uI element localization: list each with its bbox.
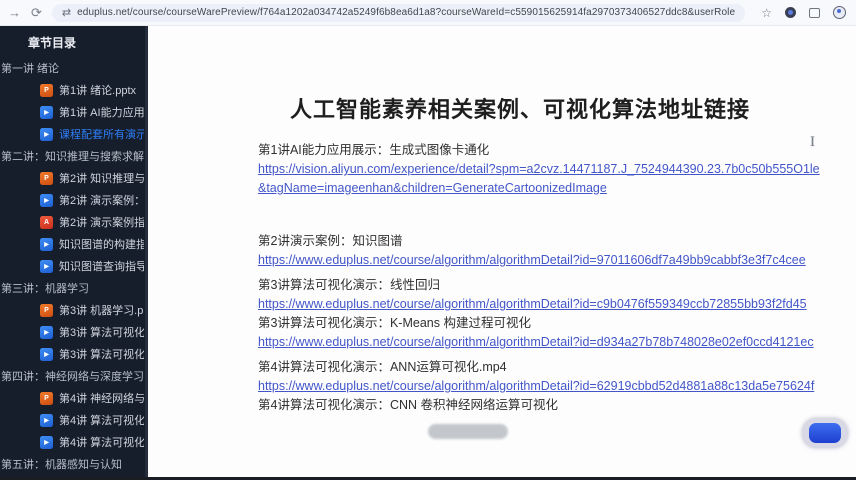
sidebar-item-label: 第4讲 算法可视化演示：CNN [59, 437, 144, 449]
video-file-icon: ▶ [40, 413, 53, 427]
sidebar-item-label: 第1讲 AI能力应用展示：生成 [59, 107, 144, 119]
selection-highlight-artifact [428, 424, 508, 439]
sidebar-scrollbar[interactable] [145, 26, 148, 480]
sidebar-item-selected[interactable]: ▶ 课程配套所有演示案例及算法 [0, 123, 148, 145]
sidebar-item[interactable]: ▶ 第3讲 算法可视化演示：线性 [0, 321, 148, 343]
sidebar-item-label: 第1讲 绪论.pptx [59, 85, 137, 97]
video-file-icon: ▶ [40, 259, 53, 273]
sidebar-title: 章节目录 [28, 36, 77, 50]
entry-heading: 第4讲算法可视化演示：ANN运算可视化.mp4 [258, 360, 507, 374]
sidebar-item-label: 第3讲 算法可视化演示：K-Me [59, 349, 144, 361]
sidebar-section-3[interactable]: 第三讲：机器学习 [0, 279, 148, 299]
video-file-icon: ▶ [40, 347, 53, 361]
video-file-icon: ▶ [40, 237, 53, 251]
sidebar-item[interactable]: P 第1讲 绪论.pptx [0, 79, 148, 101]
entry-heading: 第4讲算法可视化演示：CNN 卷积神经网络运算可视化 [258, 398, 559, 412]
sidebar-item-label: 知识图谱查询指导.mp4 [59, 261, 144, 273]
content-entry: 第4讲算法可视化演示：CNN 卷积神经网络运算可视化 [258, 396, 824, 415]
entry-heading: 第3讲算法可视化演示：线性回归 [258, 278, 440, 292]
sidebar-item[interactable]: ▶ 知识图谱的构建指导.mp4 [0, 233, 148, 255]
sidebar-item[interactable]: ▶ 知识图谱查询指导.mp4 [0, 255, 148, 277]
sidebar-item[interactable]: ▶ 第4讲 算法可视化演示：CNN [0, 431, 148, 453]
chapter-sidebar: 章节目录 第一讲 绪论 P 第1讲 绪论.pptx ▶ 第1讲 AI能力应用展示… [0, 26, 148, 480]
address-bar[interactable]: ⇄ eduplus.net/course/courseWarePreview/f… [51, 3, 746, 22]
video-file-icon: ▶ [40, 193, 53, 207]
pptx-file-icon: P [40, 83, 53, 97]
profile-avatar-icon[interactable] [833, 6, 846, 19]
sidebar-item[interactable]: P 第4讲 神经网络与深度学习.pp [0, 387, 148, 409]
pptx-file-icon: P [40, 171, 53, 185]
url-text[interactable]: eduplus.net/course/courseWarePreview/f76… [77, 7, 735, 18]
entry-heading: 第1讲AI能力应用展示：生成式图像卡通化 [258, 143, 490, 157]
sidebar-section-4[interactable]: 第四讲：神经网络与深度学习 [0, 367, 148, 387]
sidebar-item-label: 第2讲 演示案例指导：知识图 [59, 217, 144, 229]
content-entry: 第3讲算法可视化演示：K-Means 构建过程可视化 https://www.e… [258, 314, 824, 352]
document-body: 第1讲AI能力应用展示：生成式图像卡通化 https://vision.aliy… [258, 141, 824, 415]
text-cursor-ibeam: I [810, 134, 815, 150]
sidebar-section-5[interactable]: 第五讲：机器感知与认知 [0, 455, 148, 475]
sidebar-item-label: 知识图谱的构建指导.mp4 [59, 239, 144, 251]
sidebar-item[interactable]: ▶ 第1讲 AI能力应用展示：生成 [0, 101, 148, 123]
pptx-file-icon: P [40, 303, 53, 317]
video-file-icon: ▶ [40, 127, 53, 141]
pptx-file-icon: P [40, 391, 53, 405]
browser-toolbar: → ⟳ ⇄ eduplus.net/course/courseWarePrevi… [0, 0, 856, 26]
sidebar-section-1[interactable]: 第一讲 绪论 [0, 59, 148, 79]
entry-link[interactable]: https://www.eduplus.net/course/algorithm… [258, 377, 824, 396]
reload-button[interactable]: ⟳ [31, 6, 42, 19]
courseware-preview-pane: 人工智能素养相关案例、可视化算法地址链接 第1讲AI能力应用展示：生成式图像卡通… [148, 26, 856, 480]
content-entry: 第2讲演示案例：知识图谱 https://www.eduplus.net/cou… [258, 232, 824, 270]
sidebar-item[interactable]: A 第2讲 演示案例指导：知识图 [0, 211, 148, 233]
site-info-icon[interactable]: ⇄ [62, 6, 71, 19]
sidebar-item[interactable]: ▶ 第3讲 算法可视化演示：K-Me [0, 343, 148, 365]
forward-button[interactable]: → [8, 6, 21, 19]
bookmark-star-icon[interactable]: ☆ [761, 6, 772, 20]
content-entry: 第3讲算法可视化演示：线性回归 https://www.eduplus.net/… [258, 276, 824, 314]
sidebar-item-label: 第2讲 知识推理与搜索求解.pp [59, 173, 144, 185]
sidebar-item[interactable]: P 第3讲 机器学习.pptx [0, 299, 148, 321]
extension-icon[interactable] [785, 7, 796, 18]
toolbar-right-icons: ☆ [761, 6, 846, 20]
page-title: 人工智能素养相关案例、可视化算法地址链接 [289, 97, 750, 122]
content-entry: 第4讲算法可视化演示：ANN运算可视化.mp4 https://www.edup… [258, 358, 824, 396]
video-file-icon: ▶ [40, 325, 53, 339]
sidebar-item[interactable]: ▶ 第2讲 演示案例：知识图谱.mp [0, 189, 148, 211]
entry-link[interactable]: https://vision.aliyun.com/experience/det… [258, 160, 824, 198]
entry-heading: 第2讲演示案例：知识图谱 [258, 234, 403, 248]
sidebar-item[interactable]: ▶ 第4讲 算法可视化演示：ANN [0, 409, 148, 431]
content-entry: 第1讲AI能力应用展示：生成式图像卡通化 https://vision.aliy… [258, 141, 824, 198]
entry-heading: 第3讲算法可视化演示：K-Means 构建过程可视化 [258, 316, 531, 330]
video-file-icon: ▶ [40, 105, 53, 119]
pdf-file-icon: A [40, 215, 53, 229]
sidebar-item[interactable]: P 第2讲 知识推理与搜索求解.pp [0, 167, 148, 189]
entry-link[interactable]: https://www.eduplus.net/course/algorithm… [258, 295, 824, 314]
sidebar-item-label: 第2讲 演示案例：知识图谱.mp [59, 195, 144, 207]
sidebar-item-label: 第4讲 算法可视化演示：ANN [59, 415, 144, 427]
sidebar-item-label: 第3讲 机器学习.pptx [59, 305, 144, 317]
sidebar-item-label: 课程配套所有演示案例及算法 [59, 129, 144, 141]
floating-assistant-widget[interactable] [802, 418, 848, 448]
sidebar-section-2[interactable]: 第二讲：知识推理与搜索求解 [0, 147, 148, 167]
video-file-icon: ▶ [40, 435, 53, 449]
entry-link[interactable]: https://www.eduplus.net/course/algorithm… [258, 333, 824, 352]
sidebar-item-label: 第4讲 神经网络与深度学习.pp [59, 393, 144, 405]
sidebar-item-label: 第3讲 算法可视化演示：线性 [59, 327, 144, 339]
entry-link[interactable]: https://www.eduplus.net/course/algorithm… [258, 251, 824, 270]
side-panel-icon[interactable] [809, 7, 820, 18]
